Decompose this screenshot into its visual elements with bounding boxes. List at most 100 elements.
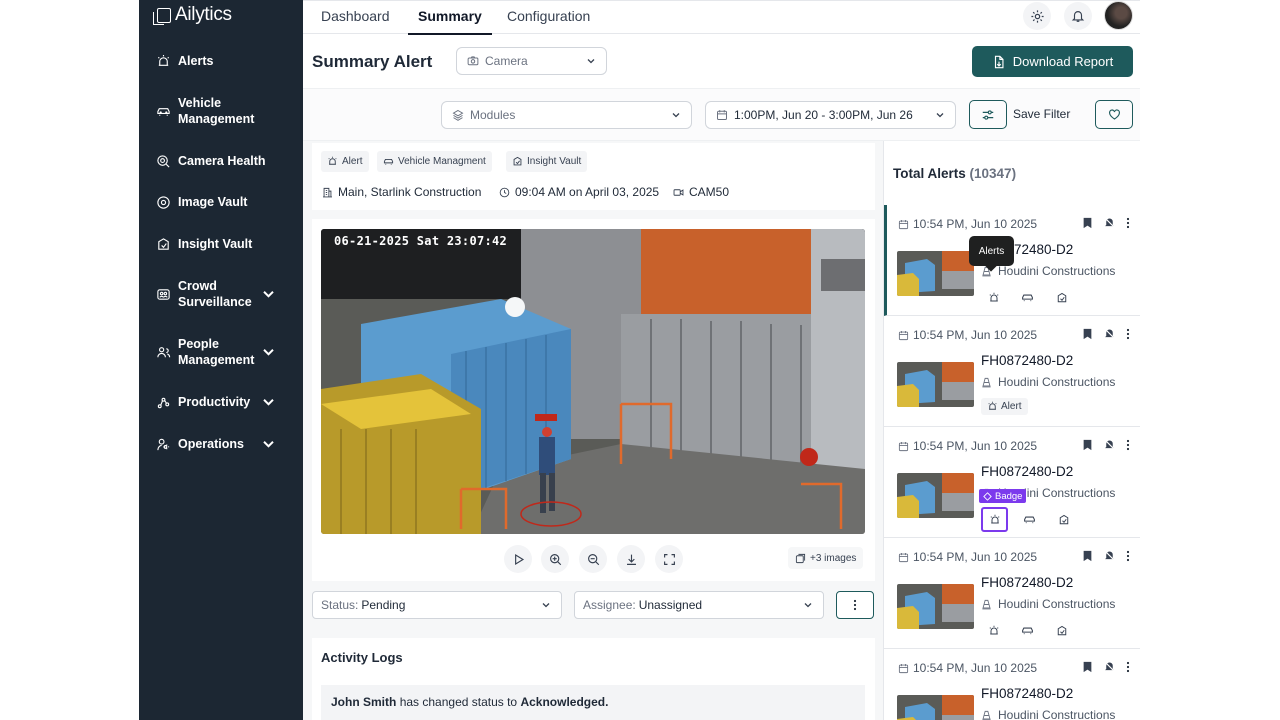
vehicle-module-button[interactable] (1015, 620, 1040, 641)
calendar-icon (898, 330, 909, 340)
sidebar-item-insight-vault[interactable]: Insight Vault (139, 236, 303, 252)
modules-select[interactable]: Modules (441, 101, 692, 129)
alert-thumbnail (897, 695, 974, 720)
download-button[interactable] (617, 545, 645, 573)
vehicle-module-button[interactable] (1017, 509, 1042, 530)
fullscreen-button[interactable] (655, 545, 683, 573)
alert-module-button[interactable] (981, 620, 1006, 641)
more-vertical-icon[interactable] (1126, 439, 1130, 451)
sidebar-item-productivity[interactable]: Productivity (139, 394, 303, 410)
bookmark-icon[interactable] (1082, 217, 1093, 229)
cone-icon (982, 377, 991, 387)
sidebar-item-alerts[interactable]: Alerts (139, 53, 303, 69)
zoom-in-button[interactable] (541, 545, 569, 573)
chevron-down-icon (936, 113, 944, 118)
siren-icon (989, 625, 998, 634)
vehicle-module-button[interactable] (1015, 287, 1040, 308)
gear-icon (1030, 9, 1044, 23)
notifications-button[interactable] (1064, 2, 1092, 30)
bell-off-icon[interactable] (1103, 216, 1116, 229)
status-select[interactable]: Status: Pending (312, 591, 562, 619)
car-icon (383, 158, 394, 165)
alert-list-item[interactable]: 10:54 PM, Jun 10 2025 FH0872480-D2 Houdi… (884, 316, 1140, 427)
sidebar-item-image-vault[interactable]: Image Vault (139, 194, 303, 210)
more-vertical-icon[interactable] (1126, 217, 1130, 229)
insight-module-button[interactable] (1049, 287, 1074, 308)
bell-off-icon[interactable] (1103, 438, 1116, 451)
siren-icon (328, 156, 337, 165)
play-icon (514, 553, 524, 565)
insight-module-button[interactable] (1051, 509, 1076, 530)
chevron-down-icon (542, 603, 550, 608)
clock-icon (499, 187, 510, 197)
tab-summary[interactable]: Summary (408, 8, 492, 35)
tag-icon (983, 491, 992, 501)
bell-off-icon[interactable] (1103, 660, 1116, 673)
bookmark-icon[interactable] (1082, 439, 1093, 451)
more-vertical-icon[interactable] (1126, 328, 1130, 340)
download-file-icon (994, 55, 1004, 68)
calendar-icon (898, 219, 909, 229)
sidebar-item-crowd-surveillance[interactable]: Crowd Surveillance (139, 278, 303, 310)
building-icon (323, 187, 332, 197)
sidebar-item-camera-health[interactable]: Camera Health (139, 153, 303, 169)
calendar-icon (898, 441, 909, 451)
insight-vault-icon (513, 156, 522, 166)
crowd-icon (157, 288, 170, 300)
settings-button[interactable] (1023, 2, 1051, 30)
bell-off-icon[interactable] (1103, 327, 1116, 340)
alert-list-item[interactable]: 10:54 PM, Jun 10 2025 FH0872480-D2 Houdi… (884, 649, 1140, 720)
more-images-button[interactable]: +3 images (788, 547, 864, 569)
chevron-down-icon (263, 349, 274, 356)
tab-configuration[interactable]: Configuration (507, 8, 590, 35)
date-range-select[interactable]: 1:00PM, Jun 20 - 3:00PM, Jun 26 (705, 101, 956, 129)
sidebar: Ailytics Alerts Vehicle Management Camer… (139, 0, 303, 720)
app-name: Ailytics (175, 4, 232, 25)
favorite-button[interactable] (1095, 100, 1133, 129)
alert-list-item[interactable]: 10:54 PM, Jun 10 2025 FH0872480-D2 Houdi… (884, 427, 1140, 538)
user-avatar[interactable] (1104, 1, 1133, 30)
calendar-icon (898, 552, 909, 562)
car-icon (1022, 627, 1033, 635)
assignee-select[interactable]: Assignee: Unassigned (574, 591, 824, 619)
download-report-button[interactable]: Download Report (972, 46, 1133, 77)
filter-settings-button[interactable] (969, 100, 1007, 129)
insight-vault-icon (1057, 625, 1066, 635)
activity-log-entry: John Smith has changed status to Acknowl… (321, 685, 865, 720)
save-filter-link[interactable]: Save Filter (1013, 107, 1070, 121)
tab-dashboard[interactable]: Dashboard (321, 8, 390, 35)
snapshot-scene (321, 229, 865, 534)
alerts-tooltip: Alerts (969, 236, 1014, 266)
alert-module-button[interactable] (981, 287, 1006, 308)
sidebar-item-vehicle-management[interactable]: Vehicle Management (139, 95, 303, 127)
alert-module-button[interactable] (981, 507, 1008, 532)
camera-health-icon (157, 154, 170, 168)
play-button[interactable] (504, 545, 532, 573)
camera-snapshot[interactable]: 06-21-2025 Sat 23:07:42 (321, 229, 865, 534)
app-logo[interactable]: Ailytics (153, 4, 232, 26)
activity-title: Activity Logs (321, 650, 403, 665)
camera-select[interactable]: Camera (456, 47, 607, 75)
more-actions-button[interactable] (836, 591, 874, 619)
heart-icon (1108, 109, 1120, 120)
more-vertical-icon[interactable] (1126, 661, 1130, 673)
bookmark-icon[interactable] (1082, 661, 1093, 673)
insight-module-button[interactable] (1049, 620, 1074, 641)
bell-off-icon[interactable] (1103, 549, 1116, 562)
zoom-out-button[interactable] (579, 545, 607, 573)
sidebar-item-operations[interactable]: Operations (139, 436, 303, 452)
bookmark-icon[interactable] (1082, 550, 1093, 562)
insight-vault-icon (1059, 514, 1068, 524)
bookmark-icon[interactable] (1082, 328, 1093, 340)
siren-icon (989, 292, 998, 301)
assignee-value: Unassigned (638, 598, 703, 612)
chevron-down-icon (263, 441, 274, 448)
alert-thumbnail (897, 584, 974, 629)
sidebar-item-people-management[interactable]: People Management (139, 336, 303, 368)
alert-list-item[interactable]: 10:54 PM, Jun 10 2025 FH0872480-D2 Houdi… (884, 538, 1140, 649)
more-vertical-icon[interactable] (1126, 550, 1130, 562)
alert-chip[interactable]: Alert (981, 398, 1028, 415)
images-icon (795, 553, 806, 563)
chevron-down-icon (263, 399, 274, 406)
siren-icon (990, 514, 999, 523)
